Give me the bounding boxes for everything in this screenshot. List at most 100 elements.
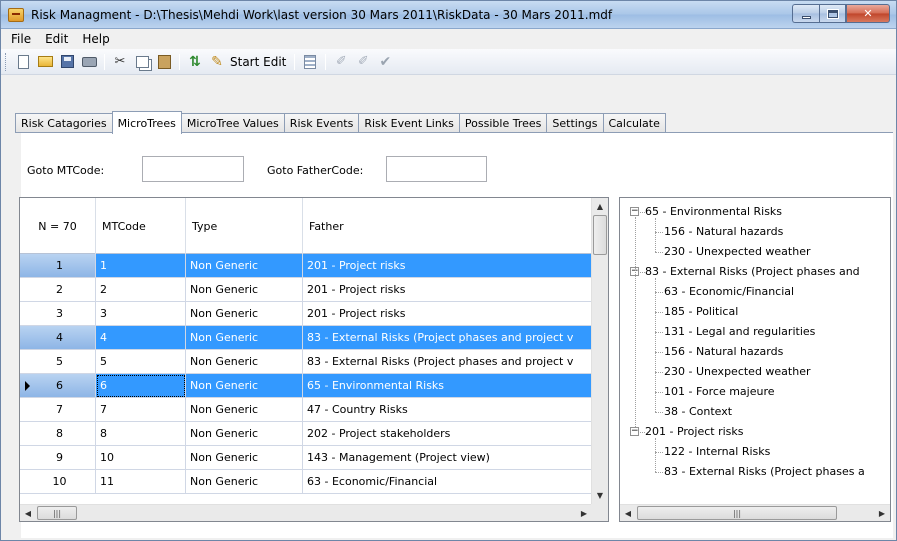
row-header-cell[interactable]: 7	[20, 398, 96, 422]
tree-leaf[interactable]: 101 - Force majeure	[664, 385, 775, 398]
menu-edit[interactable]: Edit	[41, 32, 78, 46]
tree-leaf[interactable]: 156 - Natural hazards	[664, 345, 783, 358]
tree-leaf[interactable]: 230 - Unexpected weather	[664, 365, 811, 378]
row-header-cell[interactable]: 6	[20, 374, 96, 398]
tree-horizontal-scroll-thumb[interactable]: |||	[637, 506, 837, 520]
father-cell[interactable]: 63 - Economic/Financial	[303, 470, 592, 494]
tree-leaf[interactable]: 131 - Legal and regularities	[664, 325, 815, 338]
type-cell[interactable]: Non Generic	[186, 302, 303, 326]
tab-microtree-values[interactable]: MicroTree Values	[180, 113, 285, 133]
copy-button[interactable]	[133, 53, 151, 71]
table-row[interactable]: 3 3 Non Generic 201 - Project risks	[20, 302, 592, 326]
tree-leaf[interactable]: 156 - Natural hazards	[664, 225, 783, 238]
maximize-button[interactable]	[819, 4, 846, 23]
close-button[interactable]: ✕	[846, 4, 890, 23]
father-cell[interactable]: 47 - Country Risks	[303, 398, 592, 422]
tab-risk-event-links[interactable]: Risk Event Links	[358, 113, 460, 133]
row-header-cell[interactable]: 2	[20, 278, 96, 302]
print-button[interactable]	[80, 53, 98, 71]
scroll-up-arrow-icon[interactable]: ▲	[592, 198, 608, 215]
tree-collapse-icon[interactable]: −	[630, 207, 639, 216]
app-icon[interactable]	[8, 8, 24, 22]
row-header-cell[interactable]: 9	[20, 446, 96, 470]
table-row[interactable]: 6 6 Non Generic 65 - Environmental Risks	[20, 374, 592, 398]
tree-leaf[interactable]: 230 - Unexpected weather	[664, 245, 811, 258]
grid-horizontal-scroll-thumb[interactable]: |||	[37, 506, 77, 520]
type-cell[interactable]: Non Generic	[186, 278, 303, 302]
scroll-right-arrow-icon[interactable]: ▶	[576, 505, 592, 521]
tab-possible-trees[interactable]: Possible Trees	[458, 113, 548, 133]
type-cell[interactable]: Non Generic	[186, 374, 303, 398]
grid-vertical-scrollbar[interactable]: ▲ ▼	[591, 198, 608, 504]
tree-node[interactable]: 83 - External Risks (Project phases and	[645, 265, 860, 278]
father-cell[interactable]: 65 - Environmental Risks	[303, 374, 592, 398]
row-header-cell[interactable]: 3	[20, 302, 96, 326]
tree-leaf[interactable]: 185 - Political	[664, 305, 738, 318]
menu-help[interactable]: Help	[78, 32, 119, 46]
type-cell[interactable]: Non Generic	[186, 470, 303, 494]
mtcode-cell[interactable]: 4	[96, 326, 186, 350]
row-header-cell[interactable]: 8	[20, 422, 96, 446]
tree-scroll-left-arrow-icon[interactable]: ◀	[620, 505, 636, 521]
tree-node[interactable]: 201 - Project risks	[645, 425, 744, 438]
start-edit-button[interactable]: Start Edit	[230, 55, 286, 69]
type-cell[interactable]: Non Generic	[186, 446, 303, 470]
mtcode-cell[interactable]: 1	[96, 254, 186, 278]
disabled-edit-button-1[interactable]: ✐	[332, 53, 350, 71]
save-button[interactable]	[58, 53, 76, 71]
grid-horizontal-scrollbar[interactable]: ◀ ||| ▶	[20, 504, 592, 521]
mtcode-cell[interactable]: 5	[96, 350, 186, 374]
table-row[interactable]: 7 7 Non Generic 47 - Country Risks	[20, 398, 592, 422]
column-header-mtcode[interactable]: MTCode	[96, 198, 186, 254]
father-cell[interactable]: 201 - Project risks	[303, 302, 592, 326]
type-cell[interactable]: Non Generic	[186, 326, 303, 350]
refresh-button[interactable]: ⇅	[186, 53, 204, 71]
column-header-father[interactable]: Father	[303, 198, 592, 254]
open-button[interactable]	[36, 53, 54, 71]
tree-leaf[interactable]: 122 - Internal Risks	[664, 445, 770, 458]
father-cell[interactable]: 143 - Management (Project view)	[303, 446, 592, 470]
mtcode-cell[interactable]: 3	[96, 302, 186, 326]
grid-vertical-scroll-thumb[interactable]	[593, 215, 607, 255]
tree-leaf[interactable]: 38 - Context	[664, 405, 732, 418]
mtcode-cell[interactable]: 11	[96, 470, 186, 494]
tree-collapse-icon[interactable]: −	[630, 427, 639, 436]
microtree-treeview[interactable]: −65 - Environmental Risks 156 - Natural h…	[619, 197, 891, 522]
tree-horizontal-scrollbar[interactable]: ◀ ||| ▶	[620, 504, 890, 521]
grid-button[interactable]	[301, 53, 319, 71]
table-row[interactable]: 10 11 Non Generic 63 - Economic/Financial	[20, 470, 592, 494]
toolbar-grip[interactable]	[5, 52, 8, 71]
row-header-cell[interactable]: 5	[20, 350, 96, 374]
tab-risk-catagories[interactable]: Risk Catagories	[15, 113, 113, 133]
table-row[interactable]: 8 8 Non Generic 202 - Project stakeholders	[20, 422, 592, 446]
disabled-edit-button-2[interactable]: ✐	[354, 53, 372, 71]
father-cell[interactable]: 83 - External Risks (Project phases and …	[303, 326, 592, 350]
tab-microtrees[interactable]: MicroTrees	[111, 111, 182, 134]
row-header-cell[interactable]: 1	[20, 254, 96, 278]
start-edit-icon-button[interactable]: ✎	[208, 53, 226, 71]
minimize-button[interactable]	[792, 4, 819, 23]
table-row[interactable]: 2 2 Non Generic 201 - Project risks	[20, 278, 592, 302]
tree-leaf[interactable]: 63 - Economic/Financial	[664, 285, 794, 298]
microtrees-grid[interactable]: N = 70 MTCode Type Father 1 1 Non Generic 2…	[19, 197, 609, 522]
mtcode-cell[interactable]: 7	[96, 398, 186, 422]
tab-settings[interactable]: Settings	[546, 113, 604, 133]
paste-button[interactable]	[155, 53, 173, 71]
tab-calculate[interactable]: Calculate	[602, 113, 666, 133]
father-cell[interactable]: 201 - Project risks	[303, 278, 592, 302]
cut-button[interactable]: ✂	[111, 53, 129, 71]
type-cell[interactable]: Non Generic	[186, 398, 303, 422]
father-cell[interactable]: 202 - Project stakeholders	[303, 422, 592, 446]
title-bar[interactable]: Risk Managment - D:\Thesis\Mehdi Work\la…	[1, 1, 896, 29]
tree-leaf[interactable]: 83 - External Risks (Project phases a	[664, 465, 865, 478]
check-button[interactable]: ✔	[376, 53, 394, 71]
tree-scroll-right-arrow-icon[interactable]: ▶	[874, 505, 890, 521]
scroll-down-arrow-icon[interactable]: ▼	[592, 487, 608, 504]
menu-file[interactable]: File	[7, 32, 41, 46]
goto-fathercode-input[interactable]	[386, 156, 487, 182]
column-header-type[interactable]: Type	[186, 198, 303, 254]
father-cell[interactable]: 201 - Project risks	[303, 254, 592, 278]
table-row[interactable]: 1 1 Non Generic 201 - Project risks	[20, 254, 592, 278]
tree-node[interactable]: 65 - Environmental Risks	[645, 205, 782, 218]
row-header-cell[interactable]: 4	[20, 326, 96, 350]
